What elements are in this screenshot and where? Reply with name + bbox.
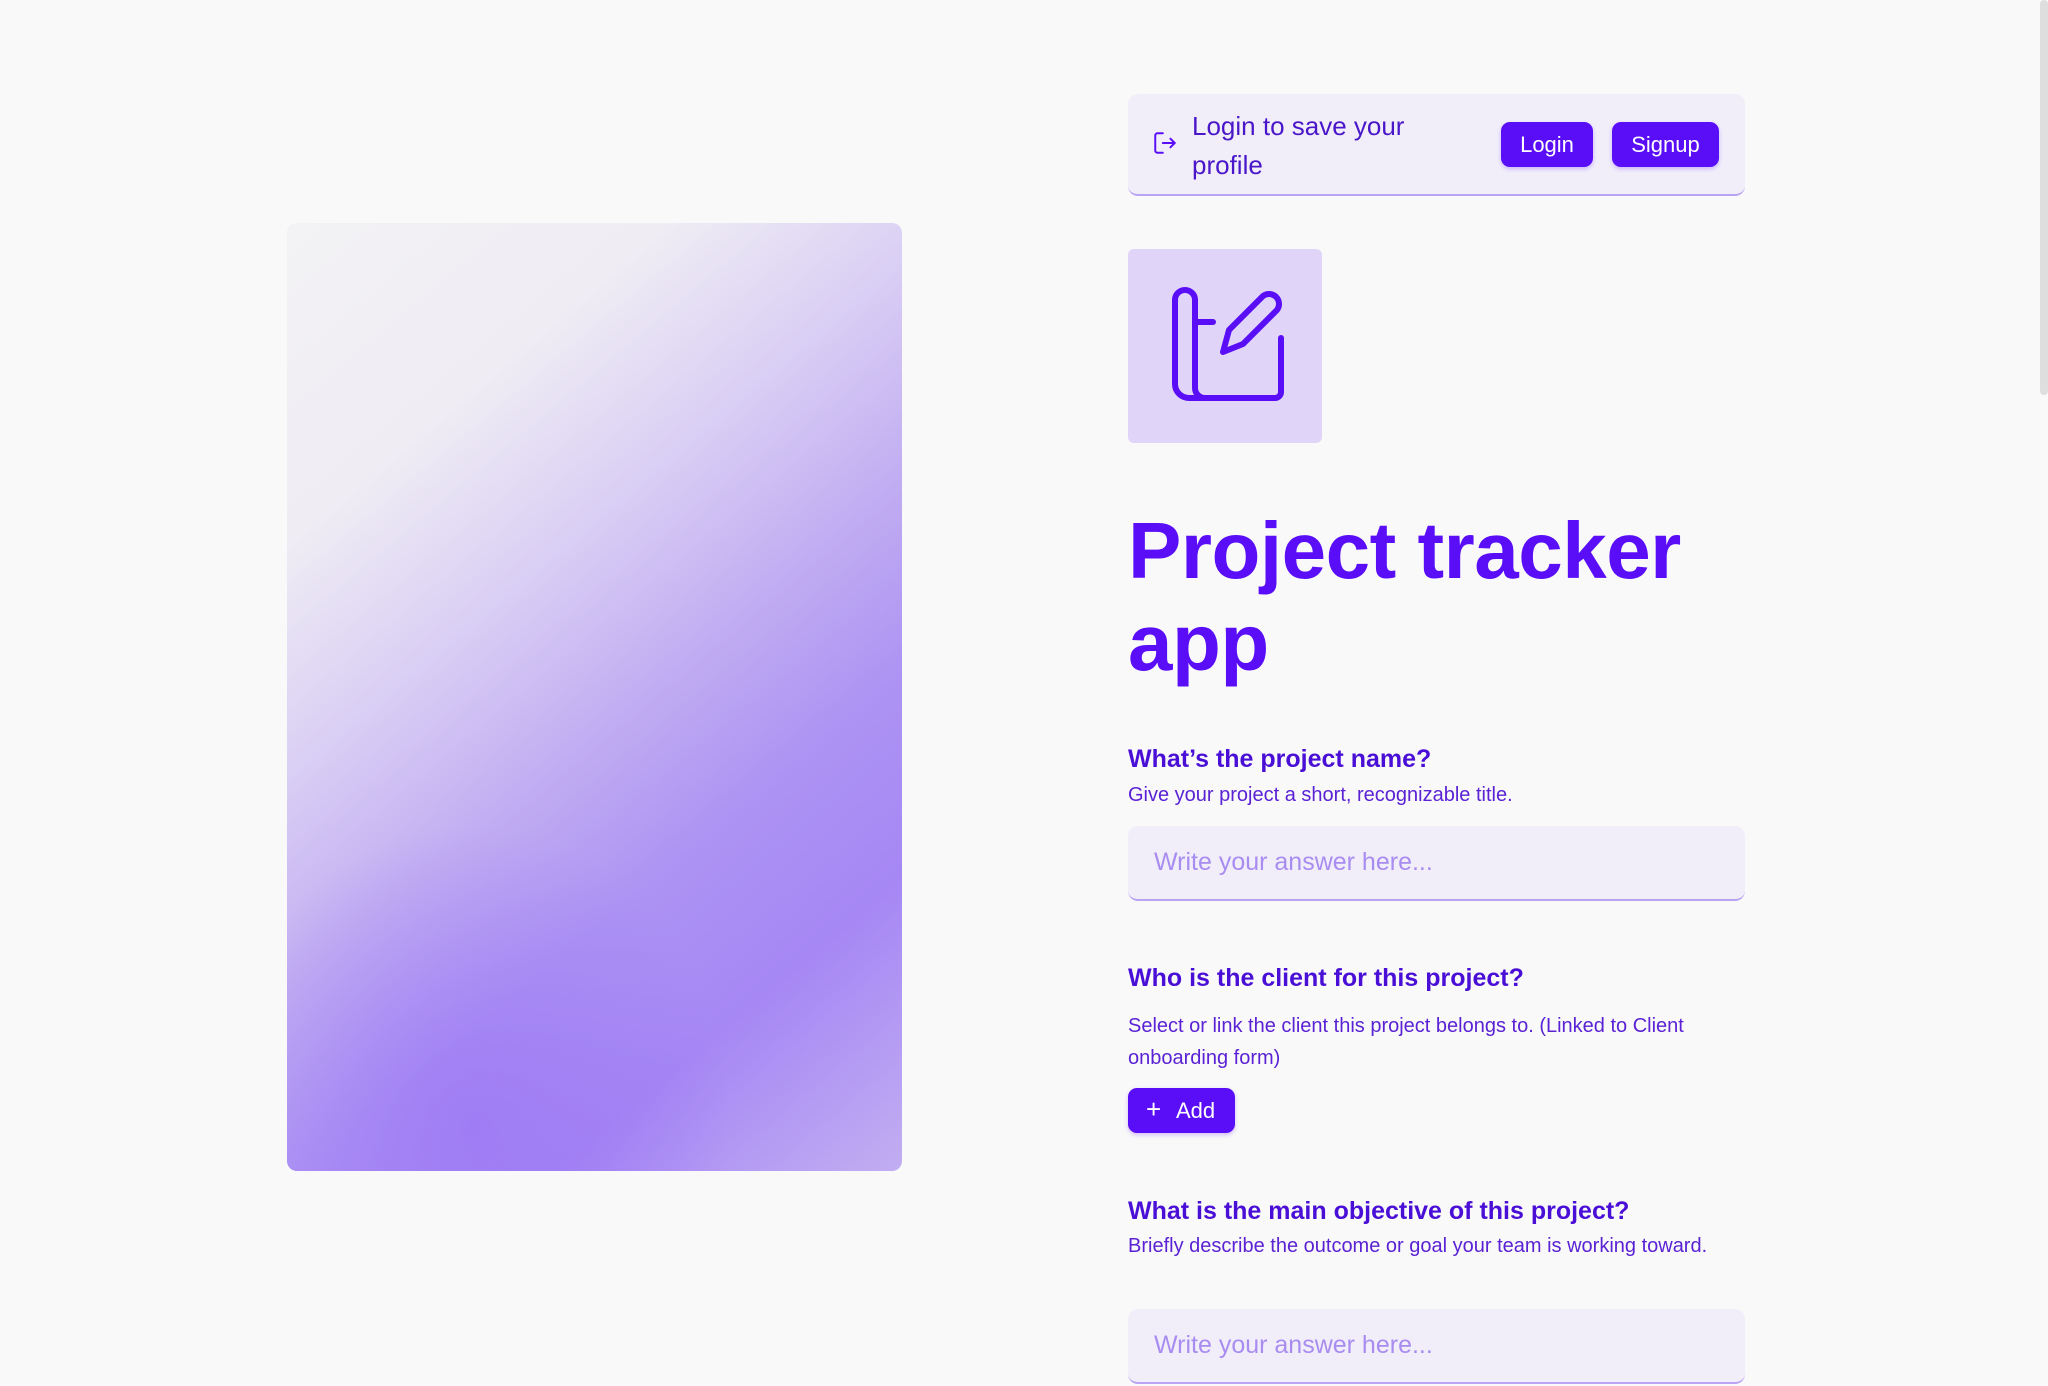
login-banner: Login to save your profile Login Signup xyxy=(1128,94,1745,196)
question-description-objective: Briefly describe the outcome or goal you… xyxy=(1128,1235,1708,1257)
question-title-project-name: What’s the project name? xyxy=(1128,745,1432,773)
question-description-client: Select or link the client this project b… xyxy=(1128,1015,1684,1069)
page-title: Project tracker app xyxy=(1128,506,1681,687)
question-title-objective: What is the main objective of this proje… xyxy=(1128,1197,1630,1225)
signup-button[interactable]: Signup xyxy=(1612,122,1719,167)
cover-gradient-image xyxy=(287,223,902,1171)
page: Login to save your profile Login Signup … xyxy=(0,0,2048,1386)
login-button[interactable]: Login xyxy=(1501,122,1593,167)
login-banner-message: Login to save your profile xyxy=(1192,111,1405,180)
plus-icon: + xyxy=(1146,1094,1162,1124)
form-edit-icon xyxy=(1172,287,1284,401)
question-description-project-name: Give your project a short, recognizable … xyxy=(1128,784,1513,806)
app-icon-tile xyxy=(1128,249,1322,443)
add-client-label: Add xyxy=(1176,1098,1216,1123)
project-name-input[interactable] xyxy=(1128,826,1745,901)
login-icon xyxy=(1154,132,1176,154)
question-title-client: Who is the client for this project? xyxy=(1128,964,1524,992)
add-client-button[interactable]: + Add xyxy=(1128,1088,1235,1133)
scrollbar[interactable] xyxy=(2040,0,2048,395)
objective-input[interactable] xyxy=(1128,1309,1745,1384)
